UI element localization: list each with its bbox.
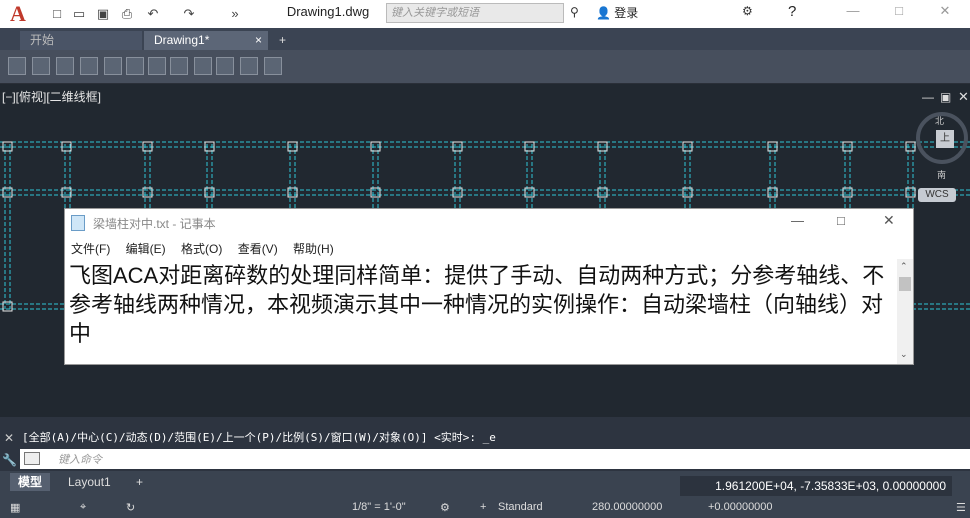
tool-icon[interactable] <box>216 57 234 75</box>
tool-icon[interactable] <box>104 57 122 75</box>
command-line[interactable]: 键入命令 <box>20 449 970 469</box>
plus-icon[interactable]: + <box>480 501 486 513</box>
command-history: [全部(A)/中心(C)/动态(D)/范围(E)/上一个(P)/比例(S)/窗口… <box>22 431 496 444</box>
add-layout-button[interactable]: + <box>128 473 151 491</box>
settings-icon[interactable]: ⚙ <box>440 501 450 514</box>
search-input[interactable]: 键入关键字或短语 <box>386 3 564 23</box>
exchange-icon[interactable]: ⚙ <box>742 4 753 18</box>
command-prompt-icon[interactable] <box>24 452 40 465</box>
undo-icon[interactable]: ↶ <box>144 5 162 23</box>
tool-icon[interactable] <box>126 57 144 75</box>
notepad-text-area[interactable]: 飞图ACA对距离碎数的处理同样简单：提供了手动、自动两种方式；分参考轴线、不参考… <box>69 261 895 348</box>
menu-icon[interactable]: ☰ <box>956 501 966 514</box>
save-icon[interactable]: ▣ <box>94 5 112 23</box>
redo-icon[interactable]: ↷ <box>180 5 198 23</box>
wcs-menu[interactable]: WCS <box>918 188 956 202</box>
binoculars-icon[interactable]: ⚲ <box>570 5 579 19</box>
snap-icon[interactable]: ⌖ <box>80 501 86 514</box>
print-icon[interactable]: ⎙ <box>118 5 136 23</box>
command-input[interactable]: 键入命令 <box>58 451 102 467</box>
style-select[interactable]: Standard <box>498 501 543 513</box>
tab-model[interactable]: 模型 <box>10 473 51 491</box>
login-button[interactable]: 👤 登录 <box>596 2 638 24</box>
minimize-button[interactable]: — <box>830 0 876 24</box>
scroll-down-icon[interactable]: ⌄ <box>900 349 908 360</box>
help-icon[interactable]: ? <box>788 3 796 20</box>
close-button[interactable]: ✕ <box>922 0 968 24</box>
notepad-menubar: 文件(F) 编辑(E) 格式(O) 查看(V) 帮助(H) <box>71 240 346 257</box>
tab-drawing1[interactable]: Drawing1* × <box>144 31 268 50</box>
add-tab-button[interactable]: + <box>274 31 294 50</box>
close-tab-icon[interactable]: × <box>255 31 262 49</box>
document-tab-bar: 开始 Drawing1* × + <box>0 28 970 50</box>
compass-south: 南 <box>937 170 947 180</box>
notepad-scrollbar[interactable]: ⌃ ⌄ <box>897 259 913 364</box>
login-label: 登录 <box>614 6 639 20</box>
new-file-icon[interactable]: □ <box>48 5 66 23</box>
notepad-maximize-button[interactable]: □ <box>837 213 845 228</box>
wrench-icon[interactable]: 🔧 <box>2 453 17 467</box>
menu-help[interactable]: 帮助(H) <box>293 242 334 256</box>
user-icon: 👤 <box>596 6 611 20</box>
tool-icon[interactable] <box>264 57 282 75</box>
tool-icon[interactable] <box>8 57 26 75</box>
command-area: ✕ [全部(A)/中心(C)/动态(D)/范围(E)/上一个(P)/比例(S)/… <box>0 417 970 471</box>
open-file-icon[interactable]: ▭ <box>70 5 88 23</box>
viewcube-face[interactable]: 上 <box>936 130 954 148</box>
tab-drawing1-label: Drawing1* <box>154 33 210 47</box>
annotation-scale[interactable]: 1/8" = 1'-0" <box>352 501 406 513</box>
tool-icon[interactable] <box>194 57 212 75</box>
tool-icon[interactable] <box>240 57 258 75</box>
scroll-up-icon[interactable]: ⌃ <box>900 261 908 272</box>
document-title: Drawing1.dwg <box>286 4 370 19</box>
polar-icon[interactable]: ↻ <box>126 501 135 514</box>
title-bar: A □ ▭ ▣ ⎙ ↶ ↷ » Drawing1.dwg 键入关键字或短语 ⚲ … <box>0 0 970 28</box>
menu-format[interactable]: 格式(O) <box>181 242 222 256</box>
tab-start[interactable]: 开始 <box>20 31 142 50</box>
menu-file[interactable]: 文件(F) <box>71 242 110 256</box>
notepad-icon <box>71 215 85 231</box>
status-bar: ▦ ⌖ ↻ 1/8" = 1'-0" ⚙ + Standard 280.0000… <box>0 497 970 518</box>
tool-icon[interactable] <box>148 57 166 75</box>
menu-view[interactable]: 查看(V) <box>238 242 278 256</box>
notepad-window: 梁墙柱对中.txt - 记事本 — □ ✕ 文件(F) 编辑(E) 格式(O) … <box>64 208 914 365</box>
elevation-field[interactable]: 280.00000000 <box>592 501 662 513</box>
offset-field[interactable]: +0.00000000 <box>708 501 773 513</box>
menu-edit[interactable]: 编辑(E) <box>126 242 166 256</box>
tool-icon[interactable] <box>80 57 98 75</box>
notepad-title: 梁墙柱对中.txt - 记事本 <box>93 217 216 231</box>
coordinate-readout: 1.961200E+04, -7.35833E+03, 0.00000000 <box>680 476 952 496</box>
tool-icon[interactable] <box>56 57 74 75</box>
close-command-icon[interactable]: ✕ <box>4 431 14 445</box>
viewcube[interactable]: 上 <box>916 112 968 164</box>
grid-icon[interactable]: ▦ <box>10 501 20 514</box>
tab-layout1[interactable]: Layout1 <box>60 473 119 491</box>
ribbon-toolbar <box>0 50 970 84</box>
app-logo[interactable]: A <box>0 0 36 28</box>
tool-icon[interactable] <box>170 57 188 75</box>
maximize-button[interactable]: □ <box>876 0 922 24</box>
notepad-minimize-button[interactable]: — <box>791 213 804 228</box>
more-icon[interactable]: » <box>226 5 244 23</box>
notepad-close-button[interactable]: ✕ <box>883 212 895 229</box>
tool-icon[interactable] <box>32 57 50 75</box>
scroll-thumb[interactable] <box>899 277 911 291</box>
